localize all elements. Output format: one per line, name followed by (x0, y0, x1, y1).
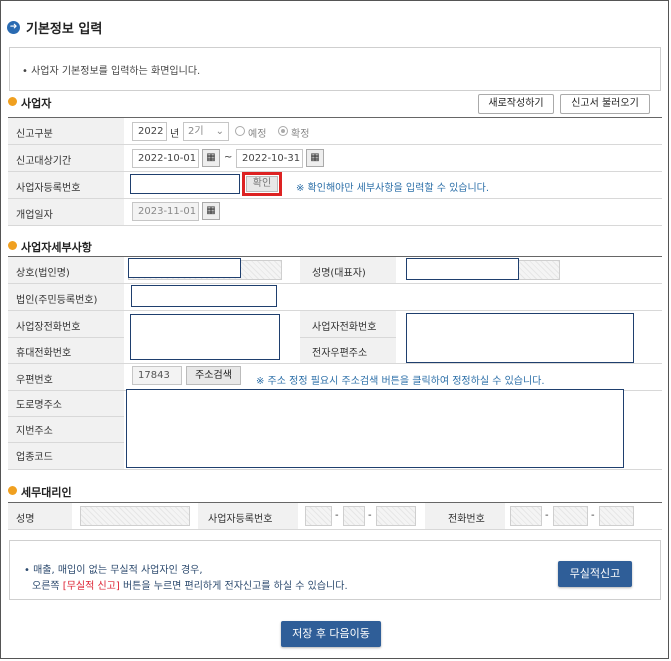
dash: - (335, 510, 339, 521)
row-divider (300, 337, 396, 338)
dash: - (591, 510, 595, 521)
section-bullet-icon (8, 241, 17, 250)
period-select[interactable]: 2기 ⌄ (183, 122, 229, 141)
email-label: 전자우편주소 (312, 348, 368, 359)
calendar-icon[interactable]: ▦ (202, 149, 220, 167)
no-result-line1: • 매출, 매입이 없는 무실적 사업자인 경우, (24, 565, 203, 576)
section-bullet-icon (8, 97, 17, 106)
section-bullet-icon (8, 486, 17, 495)
address-search-button[interactable]: 주소검색 (186, 366, 241, 385)
new-write-button[interactable]: 새로작성하기 (478, 94, 554, 114)
agent-reg-number-part3[interactable] (376, 506, 416, 526)
address-input-box[interactable] (126, 389, 624, 468)
calendar-icon[interactable]: ▦ (306, 149, 324, 167)
no-result-line2: 오른쪽 [무실적 신고] 버튼을 누르면 편리하게 전자신고를 하실 수 있습니… (32, 577, 348, 592)
reg-number-label: 사업자등록번호 (16, 183, 81, 194)
agent-reg-number-part2[interactable] (343, 506, 365, 526)
save-next-button[interactable]: 저장 후 다음이동 (281, 621, 381, 647)
zip-label: 우편번호 (16, 375, 53, 386)
row-divider (8, 469, 662, 470)
phone-input-box[interactable] (130, 314, 280, 360)
year-field[interactable]: 2022 (132, 122, 167, 141)
period-tilde: ~ (224, 152, 233, 163)
rep-name-input[interactable] (406, 258, 519, 280)
confirm-highlight: 확인 (242, 172, 282, 196)
agent-name-field[interactable] (80, 506, 190, 526)
mobile-label: 휴대전화번호 (16, 348, 72, 359)
agent-name-label: 성명 (16, 514, 35, 525)
section-title-business: 사업자 (21, 97, 52, 110)
biz-phone-label: 사업장전화번호 (16, 322, 81, 333)
agent-phone-label: 전화번호 (448, 514, 485, 525)
info-text: • 사업자 기본정보를 입력하는 화면입니다. (22, 66, 201, 77)
no-result-line2-suffix: 버튼을 누르면 편리하게 전자신고를 하실 수 있습니다. (122, 581, 348, 592)
info-message: 사업자 기본정보를 입력하는 화면입니다. (31, 66, 201, 77)
calendar-icon[interactable]: ▦ (202, 202, 220, 220)
row-divider (8, 416, 124, 417)
dash: - (368, 510, 372, 521)
reg-number-note: ※ 확인해야만 세부사항을 입력할 수 있습니다. (296, 183, 490, 194)
no-result-line2-prefix: 오른쪽 (32, 581, 60, 592)
arrow-circle-icon: ➜ (7, 21, 20, 34)
agent-reg-number-label: 사업자등록번호 (208, 514, 273, 525)
period-start-field[interactable]: 2022-10-01 (132, 149, 199, 168)
open-date-field[interactable]: 2023-11-01 (132, 202, 199, 221)
agent-reg-number-part1[interactable] (305, 506, 332, 526)
row-divider (8, 225, 662, 226)
no-result-report-button[interactable]: 무실적신고 (558, 561, 632, 587)
section-title-tax-agent: 세무대리인 (21, 486, 72, 499)
reg-number-input[interactable] (130, 174, 240, 194)
row-divider (8, 337, 124, 338)
section-title-detail: 사업자세부사항 (21, 241, 92, 254)
company-name-input[interactable] (128, 258, 241, 278)
agent-phone-part2[interactable] (553, 506, 588, 526)
contact-input-box[interactable] (406, 313, 634, 363)
radio-final[interactable] (278, 126, 288, 136)
year-suffix: 년 (170, 129, 180, 140)
row-divider (8, 529, 662, 530)
row-divider (8, 442, 124, 443)
no-result-highlight: [무실적 신고] (62, 581, 120, 592)
road-address-label: 도로명주소 (16, 400, 62, 411)
confirm-button[interactable]: 확인 (246, 176, 278, 192)
radio-final-label: 확정 (291, 129, 310, 140)
agent-phone-part1[interactable] (510, 506, 542, 526)
radio-preliminary-label: 예정 (248, 129, 267, 140)
address-note: ※ 주소 정정 필요시 주소검색 버튼을 클릭하여 정정하실 수 있습니다. (256, 376, 545, 387)
company-name-label: 상호(법인명) (16, 268, 70, 279)
report-type-label: 신고구분 (16, 129, 53, 140)
period-select-value: 2기 (188, 126, 204, 137)
dash: - (545, 510, 549, 521)
chevron-down-icon: ⌄ (215, 126, 224, 137)
biz-owner-phone-label: 사업자전화번호 (312, 322, 377, 333)
business-code-label: 업종코드 (16, 452, 53, 463)
table-top-border (8, 502, 662, 503)
corp-number-label: 법인(주민등록번호) (16, 295, 98, 306)
period-end-field[interactable]: 2022-10-31 (236, 149, 303, 168)
lot-address-label: 지번주소 (16, 426, 53, 437)
rep-name-label: 성명(대표자) (312, 268, 366, 279)
no-result-line1-text: 매출, 매입이 없는 무실적 사업자인 경우, (33, 565, 203, 576)
radio-preliminary[interactable] (235, 126, 245, 136)
report-period-label: 신고대상기간 (16, 156, 72, 167)
load-report-button[interactable]: 신고서 불러오기 (560, 94, 650, 114)
zip-field[interactable]: 17843 (132, 366, 182, 385)
page-title: 기본정보 입력 (26, 22, 103, 37)
open-date-label: 개업일자 (16, 210, 53, 221)
agent-phone-part3[interactable] (599, 506, 634, 526)
corp-number-input[interactable] (131, 285, 277, 307)
